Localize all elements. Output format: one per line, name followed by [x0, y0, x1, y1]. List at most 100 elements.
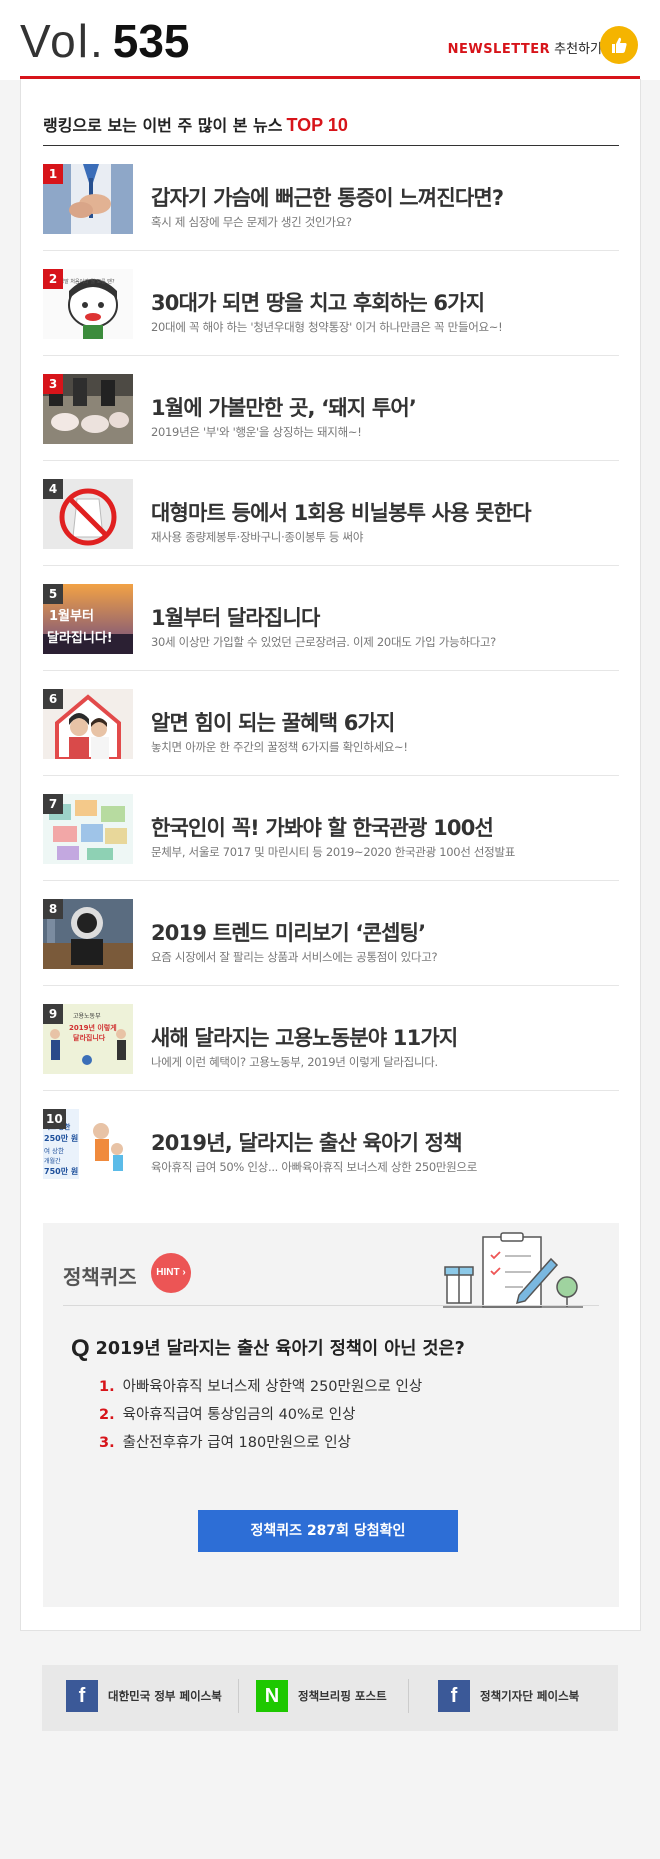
footer-link-naver-post[interactable]: N 정책브리핑 포스트 [256, 1679, 387, 1713]
newsletter-recommend-link[interactable]: NEWSLETTER 추천하기 [448, 38, 602, 57]
news-item-9[interactable]: 고용노동부 2019년 이렇게 달라집니다 9 새해 달라지는 고용노동분야 11가… [43, 986, 619, 1091]
news-item-10[interactable]: 너스 상한250만 원여 상한개월간750만 원 10 2019년, 달라지는 … [43, 1091, 619, 1196]
news-item-7[interactable]: 7 한국인이 꼭! 가봐야 할 한국관광 100선 문체부, 서울로 7017 … [43, 776, 619, 881]
svg-text:2019년 이렇게: 2019년 이렇게 [69, 1023, 117, 1032]
footer-link-gov-facebook[interactable]: f 대한민국 정부 페이스북 [66, 1679, 222, 1713]
footer-separator [408, 1679, 409, 1713]
news-subtitle: 20대에 꼭 해야 하는 '청년우대형 청약통장' 이거 하나만큼은 꼭 만들어… [151, 320, 503, 334]
news-title[interactable]: 1월에 가볼만한 곳, ‘돼지 투어’ [151, 392, 417, 422]
news-thumbnail[interactable]: 너스 상한250만 원여 상한개월간750만 원 10 [43, 1109, 133, 1179]
quiz-option-1: 1. 아빠육아휴직 보너스제 상한액 250만원으로 인상 [99, 1375, 422, 1396]
footer-link-label: 정책기자단 페이스북 [480, 1689, 580, 1703]
rank-badge: 4 [43, 479, 63, 499]
news-thumbnail[interactable]: 1월부터달라집니다! 5 [43, 584, 133, 654]
thumbs-up-icon[interactable] [600, 26, 638, 64]
quiz-option-2: 2. 육아휴직급여 통상임금의 40%로 인상 [99, 1403, 355, 1424]
news-title[interactable]: 한국인이 꼭! 가봐야 할 한국관광 100선 [151, 812, 494, 842]
facebook-icon: f [438, 1680, 470, 1712]
rank-badge: 6 [43, 689, 63, 709]
news-item-6[interactable]: 6 알면 힘이 되는 꿀혜택 6가지 놓치면 아까운 한 주간의 꿀정책 6가지… [43, 671, 619, 776]
news-thumbnail[interactable]: 7 [43, 794, 133, 864]
svg-text:고용노동부: 고용노동부 [73, 1013, 101, 1020]
news-item-8[interactable]: 8 2019 트렌드 미리보기 ‘콘셉팅’ 요즘 시장에서 잘 팔리는 상품과 … [43, 881, 619, 986]
news-subtitle: 재사용 종량제봉투·장바구니·종이봉투 등 써야 [151, 530, 364, 544]
news-title[interactable]: 알면 힘이 되는 꿀혜택 6가지 [151, 707, 395, 737]
news-title[interactable]: 대형마트 등에서 1회용 비닐봉투 사용 못한다 [151, 497, 532, 527]
rank-badge: 10 [43, 1109, 66, 1129]
quiz-divider [63, 1305, 599, 1306]
newsletter-label: NEWSLETTER [447, 42, 551, 57]
question-mark-q: Q [71, 1335, 90, 1362]
news-item-4[interactable]: 4 대형마트 등에서 1회용 비닐봉투 사용 못한다 재사용 종량제봉투·장바구… [43, 461, 619, 566]
hint-button[interactable]: HINT › [151, 1253, 191, 1293]
news-item-2[interactable]: 30대 정말 처음이라 뭘 모를 땐? 2 30대가 되면 땅을 치고 후회하는… [43, 251, 619, 356]
news-thumbnail[interactable]: 4 [43, 479, 133, 549]
footer-separator [238, 1679, 239, 1713]
news-title[interactable]: 2019년, 달라지는 출산 육아기 정책 [151, 1127, 463, 1157]
volume-label: Vol. [20, 15, 105, 67]
footer-links: f 대한민국 정부 페이스북 N 정책브리핑 포스트 f 정책기자단 페이스북 [42, 1665, 618, 1731]
quiz-winners-button[interactable]: 정책퀴즈 287회 당첨확인 [198, 1510, 458, 1552]
svg-text:1월부터: 1월부터 [49, 608, 94, 624]
question-text: 2019년 달라지는 출산 육아기 정책이 아닌 것은? [95, 1339, 465, 1359]
option-text: 아빠육아휴직 보너스제 상한액 250만원으로 인상 [122, 1379, 423, 1395]
svg-text:여 상한: 여 상한 [44, 1146, 64, 1155]
news-title[interactable]: 새해 달라지는 고용노동분야 11가지 [151, 1022, 458, 1052]
svg-text:750만 원: 750만 원 [44, 1166, 78, 1176]
volume-number: 535 [112, 15, 190, 67]
content-card: 랭킹으로 보는 이번 주 많이 본 뉴스 TOP 10 1 갑자기 가슴에 뻐근한… [20, 79, 641, 1631]
option-text: 출산전후휴가 급여 180만원으로 인상 [122, 1435, 351, 1451]
news-subtitle: 혹시 제 심장에 무슨 문제가 생긴 것인가요? [151, 215, 352, 229]
svg-text:달라집니다: 달라집니다 [73, 1033, 106, 1042]
news-thumbnail[interactable]: 고용노동부 2019년 이렇게 달라집니다 9 [43, 1004, 133, 1074]
quiz-illustration-icon [443, 1232, 583, 1308]
ranking-title-top: TOP 10 [286, 115, 348, 135]
policy-quiz-box: 정책퀴즈 HINT › Q 2019년 달라지는 출산 육아기 정책이 아닌 것은… [43, 1223, 619, 1607]
news-thumbnail[interactable]: 30대 정말 처음이라 뭘 모를 땐? 2 [43, 269, 133, 339]
quiz-option-3: 3. 출산전후휴가 급여 180만원으로 인상 [99, 1431, 351, 1452]
footer-link-label: 대한민국 정부 페이스북 [108, 1689, 222, 1703]
ranking-title: 랭킹으로 보는 이번 주 많이 본 뉴스 TOP 10 [43, 112, 348, 136]
news-title[interactable]: 1월부터 달라집니다 [151, 602, 320, 632]
option-number: 3. [99, 1435, 115, 1451]
quiz-title: 정책퀴즈 [63, 1265, 137, 1289]
recommend-label: 추천하기 [554, 42, 602, 57]
news-item-3[interactable]: 3 1월에 가볼만한 곳, ‘돼지 투어’ 2019년은 '부'와 '행운'을 … [43, 356, 619, 461]
rank-badge: 9 [43, 1004, 63, 1024]
news-item-1[interactable]: 1 갑자기 가슴에 뻐근한 통증이 느껴진다면? 혹시 제 심장에 무슨 문제가… [43, 146, 619, 251]
rank-badge: 2 [43, 269, 63, 289]
news-thumbnail[interactable]: 1 [43, 164, 133, 234]
svg-text:250만 원: 250만 원 [44, 1133, 78, 1143]
news-subtitle: 육아휴직 급여 50% 인상... 아빠육아휴직 보너스제 상한 250만원으로 [151, 1160, 477, 1174]
issue-volume: Vol. 535 [20, 14, 189, 68]
quiz-question: Q 2019년 달라지는 출산 육아기 정책이 아닌 것은? [71, 1335, 465, 1363]
option-text: 육아휴직급여 통상임금의 40%로 인상 [122, 1407, 356, 1423]
option-number: 1. [99, 1379, 115, 1395]
rank-badge: 5 [43, 584, 63, 604]
news-thumbnail[interactable]: 6 [43, 689, 133, 759]
rank-badge: 1 [43, 164, 63, 184]
hint-label: HINT [156, 1267, 180, 1278]
rank-badge: 7 [43, 794, 63, 814]
news-thumbnail[interactable]: 8 [43, 899, 133, 969]
news-title[interactable]: 2019 트렌드 미리보기 ‘콘셉팅’ [151, 917, 426, 947]
news-subtitle: 2019년은 '부'와 '행운'을 상징하는 돼지해~! [151, 425, 362, 439]
news-thumbnail[interactable]: 3 [43, 374, 133, 444]
ranking-title-text: 랭킹으로 보는 이번 주 많이 본 뉴스 [43, 116, 283, 135]
svg-text:개월간: 개월간 [44, 1157, 61, 1165]
option-number: 2. [99, 1407, 115, 1423]
news-title[interactable]: 30대가 되면 땅을 치고 후회하는 6가지 [151, 287, 485, 317]
news-item-5[interactable]: 1월부터달라집니다! 5 1월부터 달라집니다 30세 이상만 가입할 수 있었… [43, 566, 619, 671]
news-subtitle: 요즘 시장에서 잘 팔리는 상품과 서비스에는 공통점이 있다고? [151, 950, 438, 964]
header: Vol. 535 NEWSLETTER 추천하기 [0, 0, 660, 80]
news-subtitle: 놓치면 아까운 한 주간의 꿀정책 6가지를 확인하세요~! [151, 740, 408, 754]
news-subtitle: 나에게 이런 혜택이? 고용노동부, 2019년 이렇게 달라집니다. [151, 1055, 438, 1069]
news-title[interactable]: 갑자기 가슴에 뻐근한 통증이 느껴진다면? [151, 182, 504, 212]
rank-badge: 3 [43, 374, 63, 394]
footer-link-label: 정책브리핑 포스트 [298, 1689, 387, 1703]
footer-link-reporters-facebook[interactable]: f 정책기자단 페이스북 [438, 1679, 579, 1713]
facebook-icon: f [66, 1680, 98, 1712]
rank-badge: 8 [43, 899, 63, 919]
news-subtitle: 30세 이상만 가입할 수 있었던 근로장려금. 이제 20대도 가입 가능하다… [151, 635, 496, 649]
svg-text:달라집니다!: 달라집니다! [47, 630, 113, 646]
